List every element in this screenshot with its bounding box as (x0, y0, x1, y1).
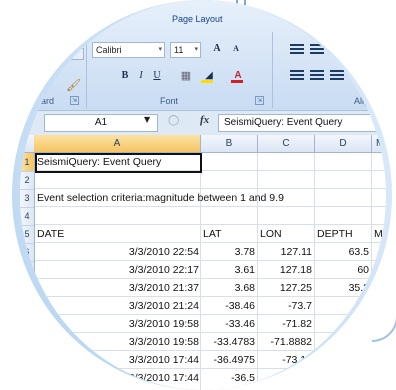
row-header[interactable]: 3 (20, 189, 34, 208)
cell-lon[interactable]: -73.7 (258, 297, 312, 315)
clipboard-group-label: oard (36, 96, 55, 106)
cell-lon[interactable]: -73.19 (258, 351, 312, 369)
cell-date[interactable]: 3/3/2010 17:44 (35, 369, 199, 387)
cell-lat[interactable]: 3.78 (201, 243, 255, 261)
cell-lat[interactable]: -33.46 (201, 315, 255, 333)
cell-lat[interactable]: -36.5 (201, 369, 255, 387)
font-name-value: Calibri (96, 45, 122, 55)
bold-button[interactable]: B (118, 68, 132, 84)
row-headers: 1 2 3 4 5 6 7 8 9 10 11 12 13 (20, 153, 35, 390)
row-header[interactable]: 6 (20, 243, 34, 262)
cell-lon[interactable]: -71.8882 (258, 333, 312, 351)
borders-icon[interactable]: ▦ (178, 68, 194, 84)
align-middle-icon[interactable] (308, 42, 326, 56)
format-painter-icon[interactable]: 🖌 (66, 78, 81, 92)
row-header[interactable]: 13 (20, 369, 34, 388)
formula-input[interactable]: SeismiQuery: Event Query (218, 114, 386, 132)
cell-lon[interactable]: -71.82 (258, 315, 312, 333)
cell-lat[interactable]: -38.46 (201, 297, 255, 315)
font-color-button[interactable]: A (228, 68, 248, 84)
name-box[interactable]: A1 (44, 114, 158, 132)
grow-font-button[interactable]: A (208, 41, 226, 57)
row-header[interactable]: 7 (20, 261, 34, 280)
cell-date[interactable]: 3/3/2010 21:24 (35, 297, 199, 315)
cell-lat[interactable]: 3.61 (201, 261, 255, 279)
chevron-down-icon[interactable]: ▼ (144, 115, 150, 124)
magnified-screenshot: Page Layout 🖌 oard ⇲ Calibri ▾ 11 ▾ A A (0, 0, 396, 390)
cell-header-lat[interactable]: LAT (203, 225, 257, 243)
dialog-launcher-icon[interactable]: ⇲ (255, 96, 264, 105)
row-header[interactable]: 9 (20, 297, 34, 316)
cell-lon[interactable]: 127.25 (258, 279, 312, 297)
font-size-dropdown[interactable]: 11 ▾ (170, 42, 201, 58)
cell-date[interactable]: 3/3/2010 22:17 (35, 261, 199, 279)
italic-button[interactable]: I (134, 68, 148, 84)
row-header[interactable]: 11 (20, 333, 34, 352)
font-size-value: 11 (174, 45, 184, 55)
shrink-font-button[interactable]: A (228, 41, 244, 57)
cell-date[interactable]: 3/3/2010 21:37 (35, 279, 199, 297)
formula-bar: A1 ▼ ◯ fx SeismiQuery: Event Query (20, 110, 386, 136)
chevron-down-icon: ▾ (158, 46, 162, 53)
ribbon: Page Layout 🖌 oard ⇲ Calibri ▾ 11 ▾ A A (20, 0, 386, 110)
cell-date[interactable]: 3/3/2010 19:58 (35, 333, 199, 351)
cell-header-date[interactable]: DATE (37, 225, 64, 243)
copy-icon[interactable] (70, 48, 84, 60)
magnifier-lens: Page Layout 🖌 oard ⇲ Calibri ▾ 11 ▾ A A (20, 0, 386, 390)
column-headers: A B C D MA (20, 135, 386, 153)
alignment-group-label: Alig (354, 96, 370, 106)
cell-date[interactable]: 3/3/2010 17:44 (35, 351, 199, 369)
cell-lat[interactable]: -33.4783 (201, 333, 255, 351)
row-header[interactable]: 2 (20, 171, 34, 190)
underline-button[interactable]: U (150, 68, 164, 84)
fill-color-button[interactable]: ◢ (198, 68, 220, 84)
spreadsheet-grid: A B C D MA 1 2 3 4 5 6 7 8 9 10 11 12 13 (20, 135, 386, 390)
row-header[interactable]: 4 (20, 207, 34, 226)
cell-date[interactable]: 3/3/2010 22:54 (35, 243, 199, 261)
cell-depth[interactable]: 35.3 (315, 279, 369, 297)
align-right-icon[interactable] (328, 68, 346, 82)
fill-color-swatch (201, 80, 213, 83)
align-center-icon[interactable] (308, 68, 326, 82)
cell-lon[interactable]: 127.11 (258, 243, 312, 261)
cell-a1[interactable]: SeismiQuery: Event Query (37, 153, 161, 171)
cell-header-lon[interactable]: LON (260, 225, 314, 243)
cell-lon[interactable]: 127.18 (258, 261, 312, 279)
font-color-swatch (231, 80, 243, 83)
clipboard-group: 🖌 oard ⇲ (20, 32, 87, 108)
align-left-icon[interactable] (288, 68, 306, 82)
align-top-icon[interactable] (288, 42, 306, 56)
cell-header-depth[interactable]: DEPTH (317, 225, 371, 243)
column-header-e[interactable]: MA (372, 135, 386, 152)
column-header-b[interactable]: B (201, 135, 258, 152)
cell-depth[interactable]: 60 (315, 261, 369, 279)
row-header[interactable]: 10 (20, 315, 34, 334)
row-header[interactable]: 12 (20, 351, 34, 370)
cell-header-mag[interactable]: MA (374, 225, 386, 243)
column-header-c[interactable]: C (258, 135, 315, 152)
column-header-d[interactable]: D (315, 135, 372, 152)
cell-lat[interactable]: -36.4975 (201, 351, 255, 369)
font-group-label: Font (160, 96, 179, 106)
column-header-a[interactable]: A (34, 135, 201, 152)
cell-date[interactable]: 3/3/2010 19:58 (35, 315, 199, 333)
cell-depth[interactable]: 63.5 (315, 243, 369, 261)
cell-a3[interactable]: Event selection criteria:magnitude betwe… (37, 189, 284, 207)
row-header[interactable]: 5 (20, 225, 34, 244)
tab-page-layout[interactable]: Page Layout (172, 14, 223, 24)
row-header[interactable]: 1 (20, 153, 34, 172)
row-header[interactable]: 8 (20, 279, 34, 298)
chevron-down-icon: ▾ (194, 46, 198, 53)
dialog-launcher-icon[interactable]: ⇲ (70, 96, 79, 105)
ribbon-tab-bar: Page Layout (20, 10, 386, 30)
circle-icon: ◯ (168, 115, 180, 126)
alignment-group: Alig (274, 32, 386, 108)
insert-function-button[interactable]: fx (200, 114, 209, 126)
font-name-dropdown[interactable]: Calibri ▾ (92, 42, 165, 58)
font-group: Calibri ▾ 11 ▾ A A B I U ▦ ◢ A Font ⇲ (88, 32, 273, 108)
cell-lat[interactable]: 3.68 (201, 279, 255, 297)
gridline (371, 153, 372, 390)
cell-area[interactable]: SeismiQuery: Event Query Event selection… (35, 153, 386, 390)
